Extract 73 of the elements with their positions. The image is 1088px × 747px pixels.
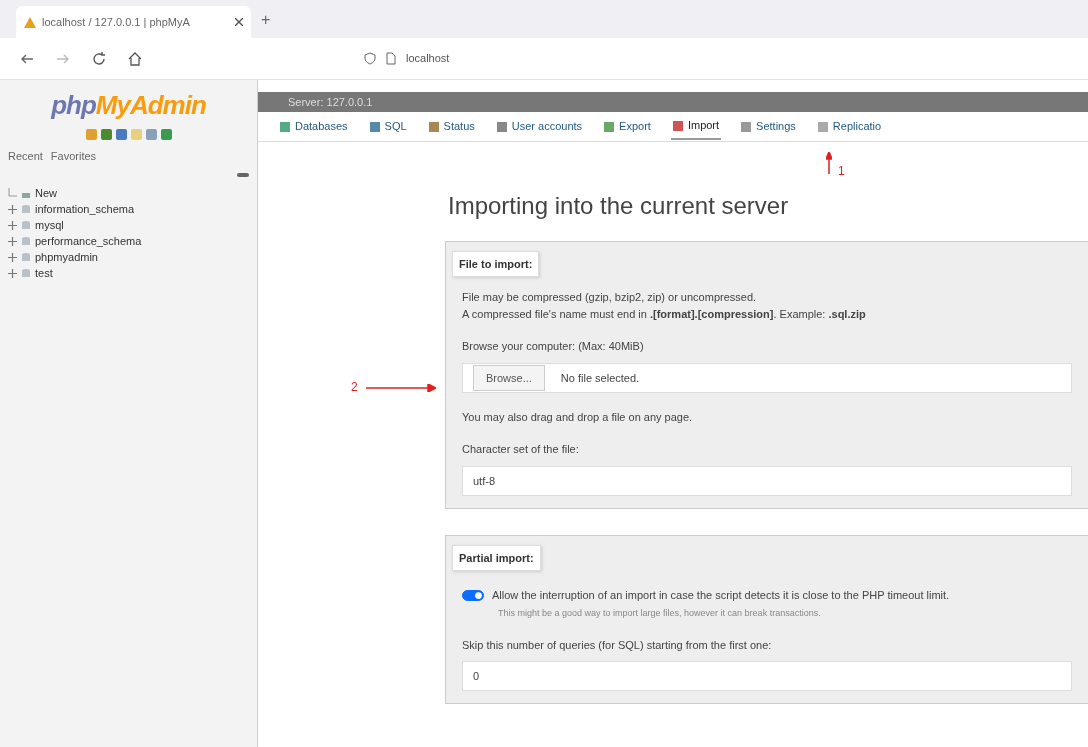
tree-item[interactable]: test: [35, 265, 53, 282]
expand-icon[interactable]: [8, 205, 17, 214]
hint-text: This might be a good way to import large files, however it can break transactions.: [498, 607, 822, 621]
tree-item[interactable]: information_schema: [35, 201, 135, 218]
home-icon[interactable]: [128, 51, 142, 66]
toolbar-icon[interactable]: [145, 129, 157, 140]
reload-icon[interactable]: [92, 51, 106, 66]
toggle-label: Allow the interruption of an import in case the script detects it is close to the PHP timeout limit.: [492, 588, 950, 604]
tab-icon: [428, 121, 439, 132]
tab-icon: [280, 121, 290, 132]
field-label: Browse your computer: (Max: 40MiB): [462, 339, 645, 355]
address-bar-url[interactable]: localhost: [406, 50, 450, 67]
sidebar-link[interactable]: Favorites: [50, 148, 97, 165]
field-label: Skip this number of queries (for SQL) starting from the first one:: [462, 637, 773, 653]
charset-select[interactable]: utf-8: [462, 465, 1072, 496]
nav-tab[interactable]: Databases: [278, 114, 350, 139]
page-icon: [386, 52, 396, 65]
toolbar-icon[interactable]: [85, 129, 97, 140]
page-heading: Importing into the current server: [448, 192, 790, 221]
interrupt-toggle[interactable]: [462, 589, 484, 601]
file-status: No file selected.: [560, 370, 640, 386]
nav-tab[interactable]: Replicatio: [815, 114, 884, 139]
database-icon: [21, 268, 31, 279]
help-text: A compressed file's name must end in .[format].[compression]. Example: .sql.zip: [462, 306, 867, 322]
warning-icon: [24, 16, 36, 28]
nav-tab[interactable]: SQL: [367, 114, 409, 139]
close-icon[interactable]: [235, 18, 243, 26]
tab-icon: [672, 120, 683, 131]
annotation-label: 2: [351, 378, 358, 396]
skip-queries-input[interactable]: 0: [462, 661, 1072, 692]
help-text: File may be compressed (gzip, bzip2, zip) or uncompressed.: [462, 290, 758, 306]
back-icon[interactable]: [20, 52, 34, 65]
tree-item[interactable]: New: [35, 185, 57, 202]
expand-icon[interactable]: [8, 237, 17, 246]
toolbar-icon[interactable]: [160, 129, 172, 140]
toolbar-icon[interactable]: [100, 129, 112, 140]
collapse-icon[interactable]: [237, 172, 249, 178]
tab-icon: [496, 121, 507, 132]
nav-tab[interactable]: Export: [602, 114, 653, 139]
tree-item[interactable]: mysql: [35, 217, 64, 234]
annotation-label: 1: [838, 163, 845, 180]
new-tab-button[interactable]: +: [261, 8, 271, 38]
annotation-arrow: [366, 383, 436, 392]
tree-connector: [8, 187, 17, 200]
tab-title: localhost / 127.0.0.1 | phpMyA: [42, 14, 190, 30]
help-text: You may also drag and drop a file on any page.: [462, 409, 694, 425]
expand-icon[interactable]: [8, 253, 17, 262]
tree-item[interactable]: performance_schema: [35, 233, 142, 250]
field-label: Character set of the file:: [462, 442, 580, 458]
section-legend: Partial import:: [452, 544, 541, 572]
tab-icon: [604, 121, 615, 132]
browse-button[interactable]: Browse...: [473, 364, 545, 392]
database-icon: [21, 220, 31, 231]
file-input[interactable]: Browse... No file selected.: [462, 362, 1072, 393]
expand-icon[interactable]: [8, 269, 17, 278]
shield-icon: [364, 52, 376, 65]
nav-tab[interactable]: Settings: [739, 114, 798, 139]
database-icon: [21, 204, 31, 215]
tab-icon: [741, 121, 752, 132]
section-legend: File to import:: [452, 250, 540, 278]
nav-tab[interactable]: Status: [426, 114, 477, 139]
browser-tab[interactable]: localhost / 127.0.0.1 | phpMyA: [16, 6, 251, 38]
tab-icon: [369, 121, 380, 132]
sidebar-link[interactable]: Recent: [8, 148, 43, 165]
database-icon: [21, 252, 31, 263]
tab-icon: [817, 121, 828, 132]
phpmyadmin-logo[interactable]: phpMyAdmin: [8, 86, 249, 125]
database-icon: [21, 236, 31, 247]
tree-item[interactable]: phpmyadmin: [35, 249, 98, 266]
nav-tab[interactable]: User accounts: [494, 114, 585, 139]
expand-icon[interactable]: [8, 221, 17, 230]
toolbar-icon[interactable]: [115, 129, 127, 140]
annotation-arrow: [826, 152, 832, 174]
